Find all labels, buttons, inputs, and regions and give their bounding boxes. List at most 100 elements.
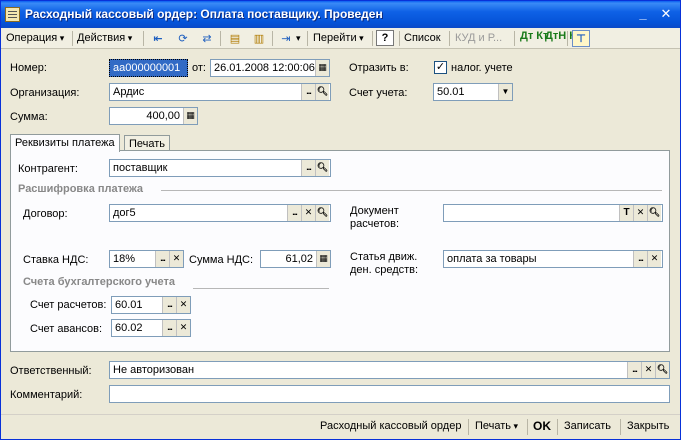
cashflow-label-line1: Статья движ. xyxy=(350,251,418,263)
document-icon xyxy=(5,7,20,22)
ok-button[interactable]: OK xyxy=(533,419,551,433)
toolbar-separator xyxy=(143,31,144,46)
tax-accounting-checkbox[interactable]: ✓ xyxy=(434,61,447,74)
settlement-doc-label-line1: Документ xyxy=(350,205,399,217)
counterparty-search-icon[interactable]: 🔍︎ xyxy=(315,160,329,176)
back-arrow-icon[interactable]: ⇤ xyxy=(149,30,167,47)
vat-rate-clear-icon[interactable]: ✕ xyxy=(169,251,183,267)
responsible-select-button[interactable] xyxy=(627,362,641,378)
help-button[interactable]: ? xyxy=(376,30,394,46)
document-window: Расходный кассовый ордер: Оплата поставщ… xyxy=(0,0,681,440)
structure-icon[interactable]: ⊤ xyxy=(572,30,590,47)
account-dropdown-arrow-icon[interactable]: ▼ xyxy=(498,84,512,100)
print-form-button[interactable]: Расходный кассовый ордер xyxy=(320,420,461,432)
sync-icon[interactable]: ⇄ xyxy=(198,30,216,47)
cashflow-input[interactable]: оплата за товары xyxy=(443,250,663,268)
vat-sum-value: 61,02 xyxy=(285,253,313,265)
counterparty-input[interactable]: поставщик xyxy=(109,159,331,177)
calendar-icon[interactable]: ▦ xyxy=(315,60,329,76)
window-title: Расходный кассовый ордер: Оплата поставщ… xyxy=(25,7,383,21)
refresh-icon[interactable]: ⟳ xyxy=(174,30,192,47)
toolbar-separator xyxy=(399,31,400,46)
settlement-doc-type-icon[interactable]: T xyxy=(619,205,633,221)
accounts-group-title: Счета бухгалтерского учета xyxy=(23,276,176,288)
kudir-button[interactable]: КУД и Р... xyxy=(455,30,502,47)
goto-menu[interactable]: Перейти xyxy=(313,30,364,47)
organization-value: Ардис xyxy=(113,86,145,98)
dt-kt-n-icon[interactable]: ДтН Кт xyxy=(544,30,581,47)
responsible-value: Не авторизован xyxy=(113,364,195,376)
minimize-button[interactable]: _ xyxy=(634,6,652,23)
account-value: 50.01 xyxy=(437,86,465,98)
settlement-account-select-button[interactable] xyxy=(162,297,176,313)
toolbar-separator xyxy=(72,31,73,46)
date-input[interactable]: 26.01.2008 12:00:06 xyxy=(210,59,330,77)
breakdown-divider xyxy=(161,190,662,191)
tab-payment-details[interactable]: Реквизиты платежа xyxy=(10,134,120,152)
create-based-on-dropdown[interactable]: ▾ xyxy=(296,30,301,47)
dt-kt-icon[interactable]: Дт Кт xyxy=(519,30,548,47)
bottom-action-bar: Расходный кассовый ордер Печать OK Запис… xyxy=(1,414,680,439)
settlement-doc-clear-icon[interactable]: ✕ xyxy=(633,205,647,221)
date-from-label: от: xyxy=(192,62,206,74)
close-window-button[interactable]: ✕ xyxy=(657,6,675,23)
actions-menu[interactable]: Действия xyxy=(77,30,132,47)
toolbar-separator xyxy=(567,31,568,46)
toolbar: Операция Действия ⇤ ⟳ ⇄ ▤ ▥ ⇥ ▾ Перейти … xyxy=(1,28,680,49)
operation-menu[interactable]: Операция xyxy=(6,30,64,47)
post-document-icon[interactable]: ▤ xyxy=(226,30,244,47)
responsible-input[interactable]: Не авторизован xyxy=(109,361,670,379)
counterparty-value: поставщик xyxy=(113,162,168,174)
advance-account-clear-icon[interactable]: ✕ xyxy=(176,320,190,336)
unpost-document-icon[interactable]: ▥ xyxy=(250,30,268,47)
contract-clear-icon[interactable]: ✕ xyxy=(301,205,315,221)
settlement-account-label: Счет расчетов: xyxy=(30,299,107,311)
counterparty-select-button[interactable] xyxy=(301,160,315,176)
advance-account-select-button[interactable] xyxy=(162,320,176,336)
contract-search-icon[interactable]: 🔍︎ xyxy=(315,205,329,221)
bottom-separator xyxy=(527,419,528,435)
organization-search-icon[interactable]: 🔍︎ xyxy=(315,84,329,100)
contract-label: Договор: xyxy=(23,208,68,220)
settlement-account-clear-icon[interactable]: ✕ xyxy=(176,297,190,313)
contract-select-button[interactable] xyxy=(287,205,301,221)
advance-account-label: Счет авансов: xyxy=(30,323,103,335)
close-button[interactable]: Закрыть xyxy=(627,420,669,432)
number-input[interactable]: аа000000001 xyxy=(109,59,188,77)
account-label: Счет учета: xyxy=(349,87,408,99)
settlement-account-value: 60.01 xyxy=(115,299,143,311)
title-bar[interactable]: Расходный кассовый ордер: Оплата поставщ… xyxy=(1,1,680,28)
toolbar-separator xyxy=(307,31,308,46)
save-button[interactable]: Записать xyxy=(564,420,611,432)
number-label: Номер: xyxy=(10,62,47,74)
organization-label: Организация: xyxy=(10,87,80,99)
reflect-in-label: Отразить в: xyxy=(349,62,409,74)
toolbar-separator xyxy=(514,31,515,46)
toolbar-separator xyxy=(220,31,221,46)
vat-calculator-icon[interactable]: ▦ xyxy=(316,251,330,267)
organization-select-button[interactable] xyxy=(301,84,315,100)
tax-accounting-label: налог. учете xyxy=(451,62,513,74)
sum-label: Сумма: xyxy=(10,111,48,123)
cashflow-select-button[interactable] xyxy=(633,251,647,267)
organization-input[interactable]: Ардис xyxy=(109,83,331,101)
settlement-doc-label-line2: расчетов: xyxy=(350,218,400,230)
comment-label: Комментарий: xyxy=(10,389,83,401)
create-based-on-icon[interactable]: ⇥ xyxy=(277,30,295,47)
toolbar-separator xyxy=(372,31,373,46)
advance-account-value: 60.02 xyxy=(115,322,143,334)
breakdown-group-title: Расшифровка платежа xyxy=(18,183,144,195)
toolbar-separator xyxy=(449,31,450,46)
settlement-doc-search-icon[interactable]: 🔍︎ xyxy=(647,205,661,221)
responsible-search-icon[interactable]: 🔍︎ xyxy=(655,362,669,378)
cashflow-clear-icon[interactable]: ✕ xyxy=(647,251,661,267)
counterparty-label: Контрагент: xyxy=(18,163,78,175)
comment-input[interactable] xyxy=(109,385,670,403)
responsible-clear-icon[interactable]: ✕ xyxy=(641,362,655,378)
print-menu[interactable]: Печать xyxy=(475,420,518,432)
calculator-icon[interactable]: ▦ xyxy=(183,108,197,124)
vat-rate-select-button[interactable] xyxy=(155,251,169,267)
bottom-separator xyxy=(557,419,558,435)
list-button[interactable]: Список xyxy=(404,30,441,47)
accounts-divider xyxy=(193,288,329,289)
